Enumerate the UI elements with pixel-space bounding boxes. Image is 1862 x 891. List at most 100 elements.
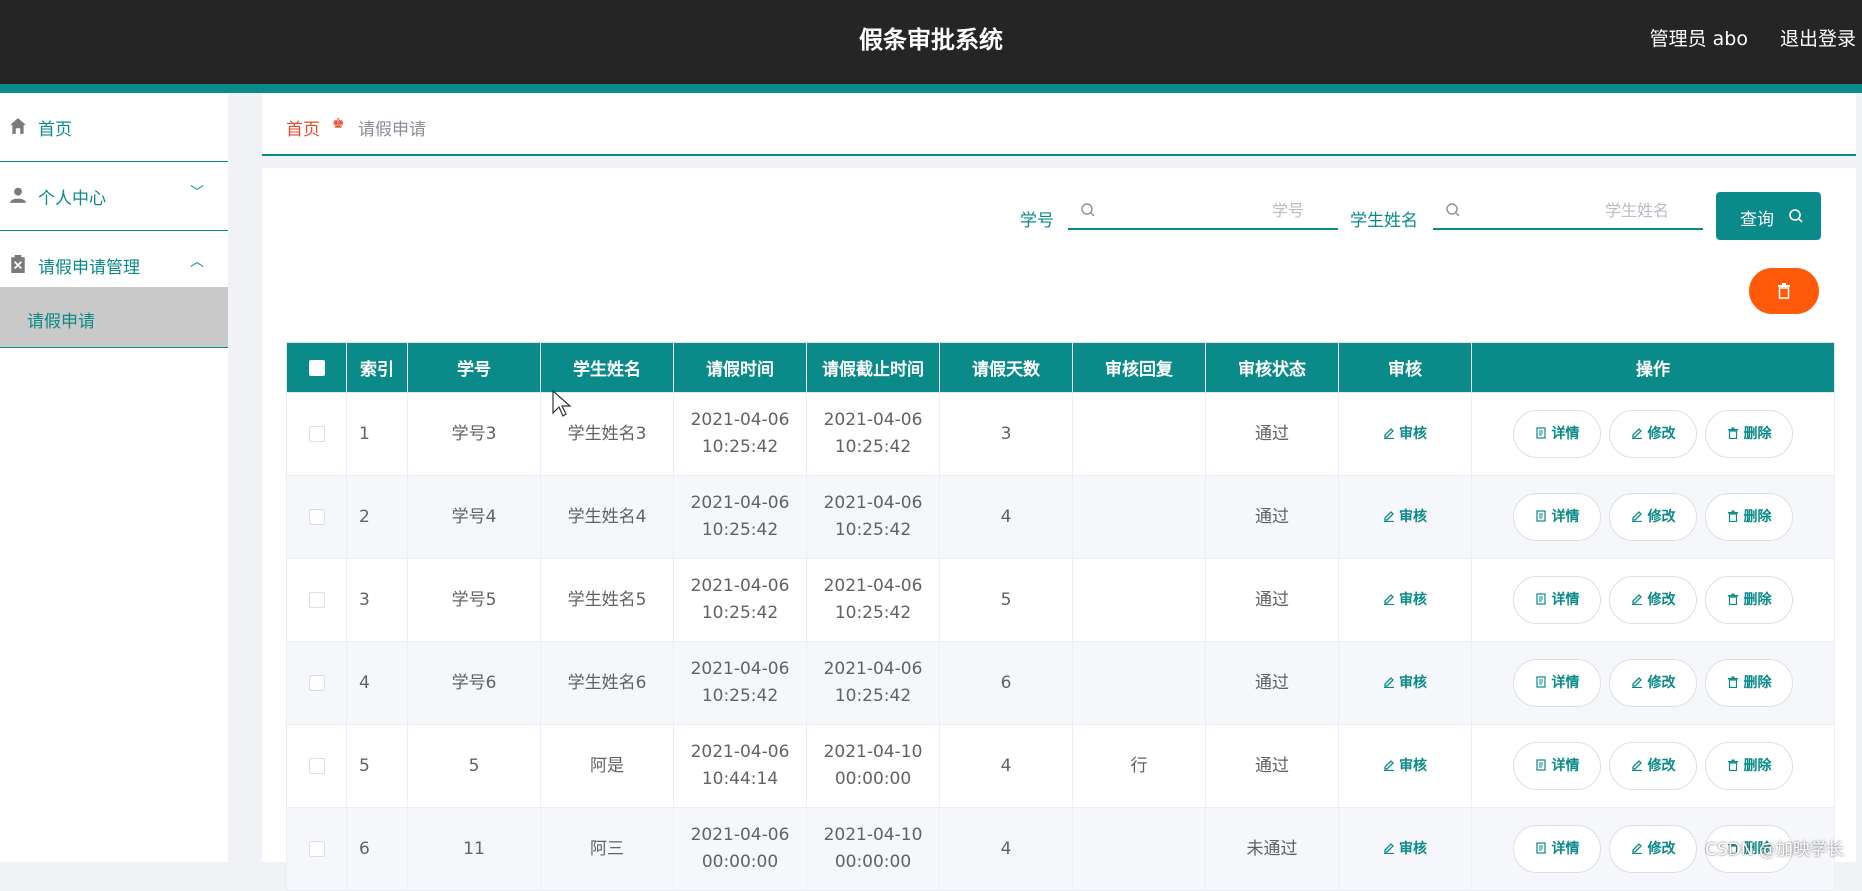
review-cell: 审核 <box>1339 559 1472 642</box>
edit-button[interactable]: 修改 <box>1609 493 1697 541</box>
edit-button[interactable]: 修改 <box>1609 576 1697 624</box>
leave-start-date: 2021-04-06 <box>691 576 790 596</box>
review-status-cell: 未通过 <box>1206 808 1339 891</box>
leave-end-date: 2021-04-06 <box>824 410 923 430</box>
row-checkbox[interactable] <box>309 509 325 525</box>
delete-button[interactable]: 删除 <box>1705 742 1793 790</box>
leave-start-cell: 2021-04-0610:25:42 <box>674 476 807 559</box>
index-cell: 5 <box>347 725 408 808</box>
select-all-checkbox[interactable] <box>309 360 325 376</box>
leave-end-time: 00:00:00 <box>835 769 911 789</box>
review-cell: 审核 <box>1339 808 1472 891</box>
column-header[interactable]: 请假截止时间 <box>807 343 940 393</box>
leave-start-date: 2021-04-06 <box>691 659 790 679</box>
review-button[interactable]: 审核 <box>1383 758 1427 774</box>
review-reply-cell: 行 <box>1073 725 1206 808</box>
review-button[interactable]: 审核 <box>1383 426 1427 442</box>
actions-cell: 详情 修改删除 <box>1472 642 1835 725</box>
app-title: 假条审批系统 <box>0 20 1862 55</box>
edit-icon <box>1383 758 1399 774</box>
review-status-cell: 通过 <box>1206 476 1339 559</box>
watermark: CSDN @加映学长 <box>1705 835 1844 860</box>
column-header[interactable]: 审核状态 <box>1206 343 1339 393</box>
edit-button[interactable]: 修改 <box>1609 410 1697 458</box>
breadcrumb-separator-icon: ♚ <box>332 116 345 132</box>
edit-button[interactable]: 修改 <box>1609 659 1697 707</box>
leave-days-cell: 3 <box>940 393 1073 476</box>
review-button-label: 审核 <box>1399 841 1427 857</box>
leave-days-cell: 5 <box>940 559 1073 642</box>
detail-button[interactable]: 详情 <box>1513 659 1601 707</box>
chevron-down-icon: ﹀ <box>190 182 204 202</box>
row-checkbox[interactable] <box>309 675 325 691</box>
student-name-input[interactable] <box>1469 196 1669 224</box>
breadcrumb-home-link[interactable]: 首页 <box>286 115 320 140</box>
review-button[interactable]: 审核 <box>1383 509 1427 525</box>
edit-icon <box>1383 841 1399 857</box>
edit-icon <box>1383 675 1399 691</box>
column-header[interactable]: 学号 <box>408 343 541 393</box>
sidebar-item-label: 个人中心 <box>38 184 106 209</box>
delete-button[interactable]: 删除 <box>1705 576 1793 624</box>
review-button[interactable]: 审核 <box>1383 841 1427 857</box>
column-header[interactable]: 学生姓名 <box>541 343 674 393</box>
column-header[interactable]: 请假天数 <box>940 343 1073 393</box>
column-header[interactable]: 索引 <box>347 343 408 393</box>
detail-button[interactable]: 详情 <box>1513 825 1601 873</box>
student-name-cell: 阿三 <box>541 808 674 891</box>
review-button-label: 审核 <box>1399 592 1427 608</box>
review-button-label: 审核 <box>1399 675 1427 691</box>
column-header[interactable]: 请假时间 <box>674 343 807 393</box>
query-button[interactable]: 查询 <box>1716 192 1821 240</box>
review-cell: 审核 <box>1339 725 1472 808</box>
sidebar-subitem-leave-application[interactable]: 请假申请 <box>0 287 228 348</box>
detail-button-label: 详情 <box>1552 509 1580 525</box>
sidebar-item-profile[interactable]: 个人中心 ﹀ <box>0 162 228 231</box>
select-all-cell <box>287 343 347 393</box>
select-cell <box>287 808 347 891</box>
batch-delete-button[interactable] <box>1749 268 1819 314</box>
row-checkbox[interactable] <box>309 592 325 608</box>
trash-icon <box>1727 426 1744 442</box>
column-header[interactable]: 审核 <box>1339 343 1472 393</box>
select-cell <box>287 725 347 808</box>
document-icon <box>1535 426 1552 442</box>
leave-start-time: 10:25:42 <box>702 437 778 457</box>
index-cell: 4 <box>347 642 408 725</box>
detail-button[interactable]: 详情 <box>1513 742 1601 790</box>
review-button[interactable]: 审核 <box>1383 675 1427 691</box>
column-header[interactable]: 审核回复 <box>1073 343 1206 393</box>
row-checkbox[interactable] <box>309 841 325 857</box>
chevron-up-icon: ︿ <box>190 251 204 271</box>
row-checkbox[interactable] <box>309 758 325 774</box>
detail-button[interactable]: 详情 <box>1513 493 1601 541</box>
detail-button[interactable]: 详情 <box>1513 576 1601 624</box>
edit-button[interactable]: 修改 <box>1609 742 1697 790</box>
row-checkbox[interactable] <box>309 426 325 442</box>
document-icon <box>1535 509 1552 525</box>
delete-button[interactable]: 删除 <box>1705 410 1793 458</box>
leave-start-date: 2021-04-06 <box>691 742 790 762</box>
delete-button[interactable]: 删除 <box>1705 659 1793 707</box>
table-row: 4学号6学生姓名62021-04-0610:25:422021-04-0610:… <box>287 642 1835 725</box>
edit-icon <box>1631 426 1648 442</box>
leave-start-cell: 2021-04-0610:44:14 <box>674 725 807 808</box>
review-status-cell: 通过 <box>1206 393 1339 476</box>
edit-icon <box>1631 592 1648 608</box>
review-button[interactable]: 审核 <box>1383 592 1427 608</box>
edit-button[interactable]: 修改 <box>1609 825 1697 873</box>
detail-button-label: 详情 <box>1552 675 1580 691</box>
home-icon <box>9 117 27 135</box>
edit-icon <box>1631 758 1648 774</box>
leave-start-cell: 2021-04-0610:25:42 <box>674 393 807 476</box>
leave-end-date: 2021-04-06 <box>824 493 923 513</box>
trash-icon <box>1727 509 1744 525</box>
sidebar-item-home[interactable]: 首页 <box>0 93 228 162</box>
table-row: 55阿是2021-04-0610:44:142021-04-1000:00:00… <box>287 725 1835 808</box>
logout-button[interactable]: 退出登录 <box>1780 24 1856 51</box>
detail-button[interactable]: 详情 <box>1513 410 1601 458</box>
column-header[interactable]: 操作 <box>1472 343 1835 393</box>
delete-button[interactable]: 删除 <box>1705 493 1793 541</box>
review-reply-cell <box>1073 476 1206 559</box>
student-id-input[interactable] <box>1104 196 1304 224</box>
